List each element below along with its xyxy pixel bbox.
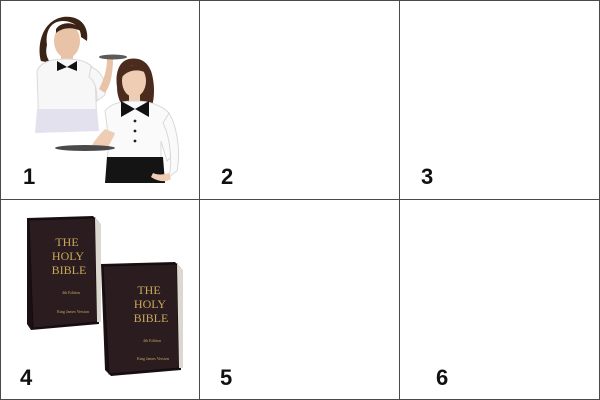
tile-3[interactable]: 3 [400, 0, 600, 200]
bible-edition: 4th Edition [62, 290, 80, 295]
bible-version: King James Version [57, 309, 89, 314]
tile-number: 1 [23, 164, 36, 189]
bible-title-line3: BIBLE [134, 311, 169, 325]
tile-6[interactable]: 6 [400, 200, 600, 400]
bible-book-back: THE HOLY BIBLE 4th Edition King James Ve… [27, 216, 101, 330]
tile-number: 2 [221, 164, 234, 189]
tile-1[interactable]: 1 [0, 0, 200, 200]
tile-5[interactable]: 5 [200, 200, 400, 400]
bible-title-line1: THE [137, 283, 160, 297]
bible-title-line3: BIBLE [52, 263, 87, 277]
tile-number: 6 [436, 365, 449, 390]
bible-version: King James Version [137, 356, 169, 361]
tile-number: 5 [220, 365, 233, 390]
tile-2[interactable]: 2 [200, 0, 400, 200]
tile-4[interactable]: THE HOLY BIBLE 4th Edition King James Ve… [0, 200, 200, 400]
tile-number: 3 [421, 164, 434, 189]
bible-title-line2: HOLY [134, 297, 166, 311]
bible-book-front: THE HOLY BIBLE 4th Edition King James Ve… [101, 262, 183, 376]
bible-title-line2: HOLY [52, 249, 84, 263]
bible-title-line1: THE [55, 235, 78, 249]
tile-number: 4 [20, 365, 33, 390]
image-tile-grid: 1 2 3 THE HOLY BIBLE 4th Edition King Ja… [0, 0, 600, 400]
bible-edition: 4th Edition [143, 338, 161, 343]
